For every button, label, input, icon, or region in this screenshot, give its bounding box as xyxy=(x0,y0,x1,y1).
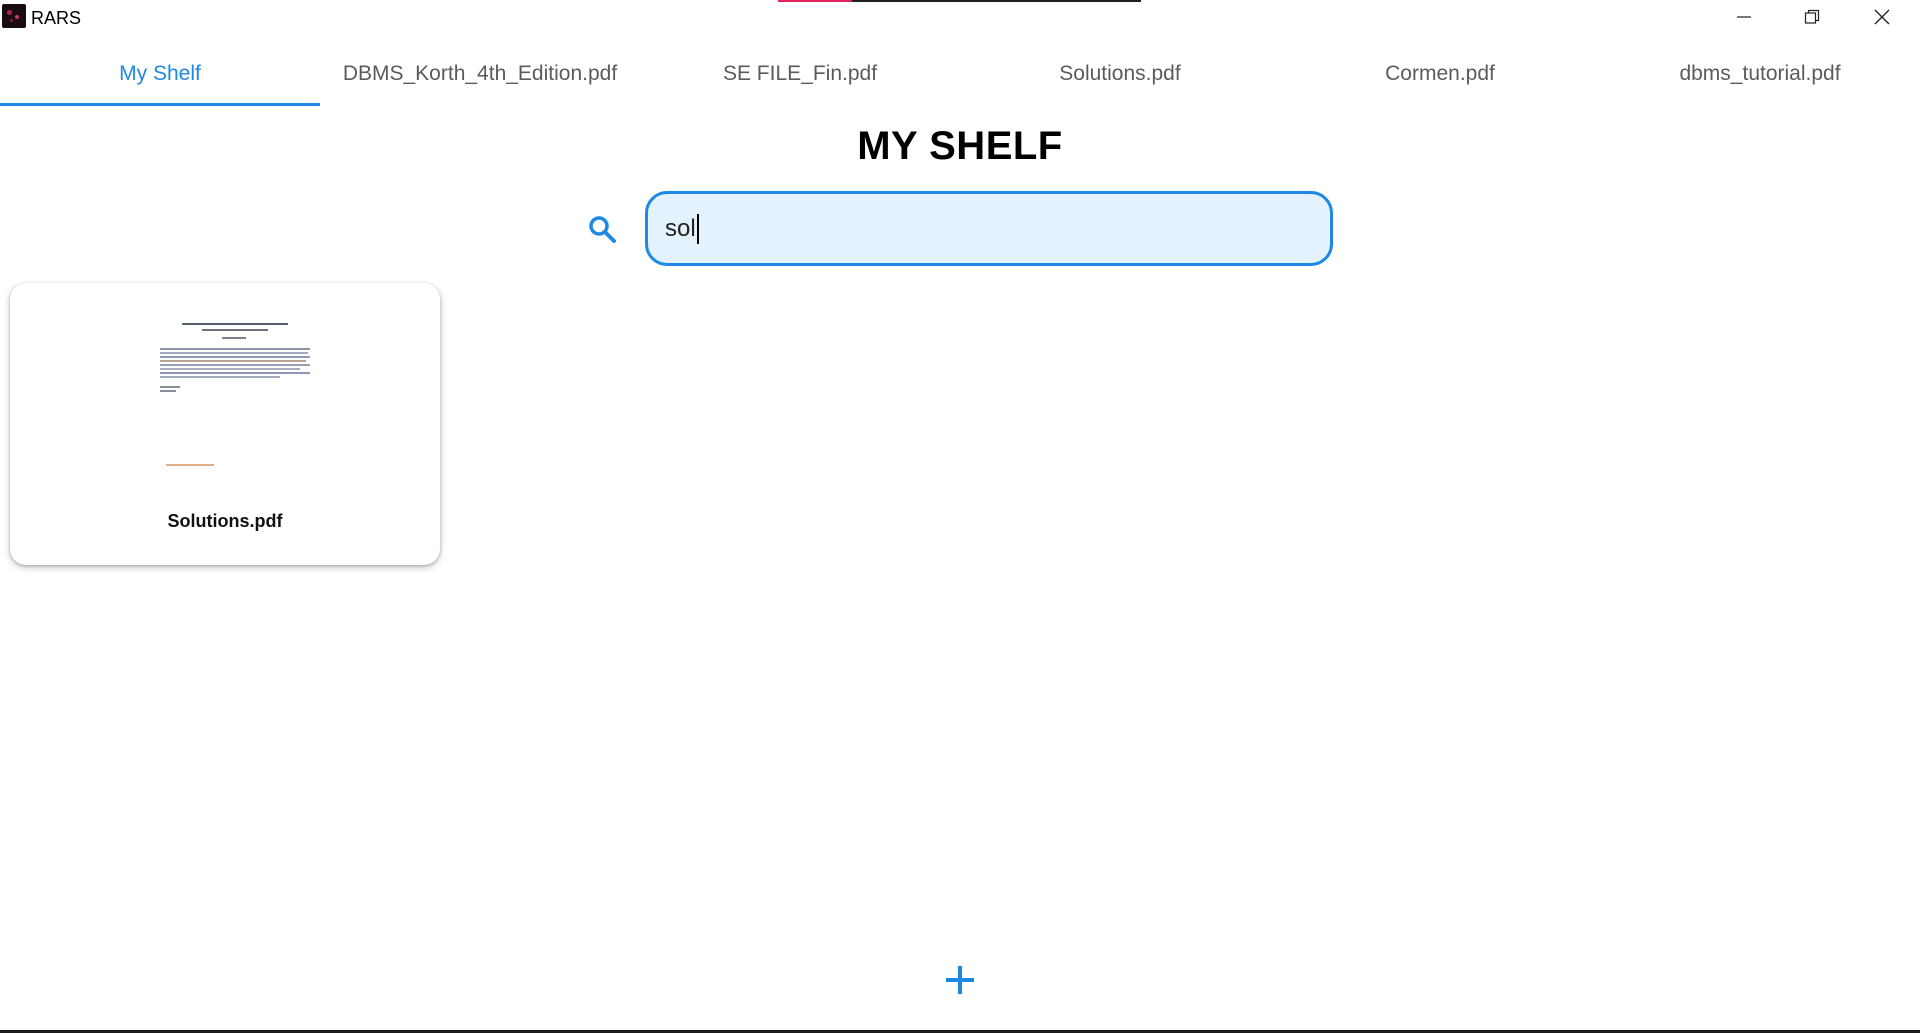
search-input[interactable]: sol xyxy=(645,191,1333,266)
title-bar: RARS xyxy=(0,0,1920,34)
tab-cormen[interactable]: Cormen.pdf xyxy=(1280,42,1600,106)
tab-se-file[interactable]: SE FILE_Fin.pdf xyxy=(640,42,960,106)
restore-icon xyxy=(1804,9,1820,24)
tab-solutions[interactable]: Solutions.pdf xyxy=(960,42,1280,106)
book-card-title: Solutions.pdf xyxy=(167,511,283,531)
app-logo-icon xyxy=(2,4,26,28)
tab-bar: My Shelf DBMS_Korth_4th_Edition.pdf SE F… xyxy=(0,42,1920,106)
add-book-button[interactable] xyxy=(940,960,980,1000)
loading-indicator xyxy=(778,0,1141,2)
plus-icon xyxy=(946,966,974,994)
minimize-button[interactable] xyxy=(1712,0,1776,34)
search-input-value: sol xyxy=(665,214,696,242)
page-title: MY SHELF xyxy=(857,124,1063,168)
restore-button[interactable] xyxy=(1780,0,1844,34)
tab-my-shelf[interactable]: My Shelf xyxy=(0,42,320,106)
pdf-thumbnail xyxy=(150,321,320,471)
app-title: RARS xyxy=(31,8,82,28)
search-icon[interactable] xyxy=(587,214,617,244)
tab-dbms-korth[interactable]: DBMS_Korth_4th_Edition.pdf xyxy=(320,42,640,106)
close-button[interactable] xyxy=(1850,0,1914,34)
close-icon xyxy=(1874,9,1890,25)
book-card[interactable]: Solutions.pdf xyxy=(10,283,440,565)
tab-dbms-tutorial[interactable]: dbms_tutorial.pdf xyxy=(1600,42,1920,106)
text-caret xyxy=(696,213,699,244)
minimize-icon xyxy=(1737,16,1751,18)
